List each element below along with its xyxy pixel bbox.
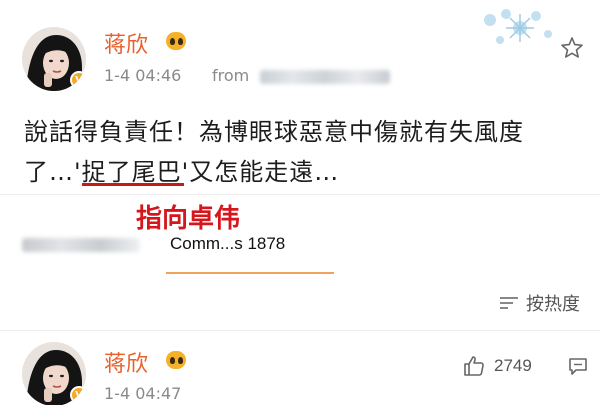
avatar[interactable]: V (22, 27, 86, 91)
comments-underline (166, 272, 334, 274)
star-icon[interactable] (560, 36, 584, 60)
like-button[interactable]: 2749 (462, 354, 532, 378)
verified-badge: V (70, 386, 86, 404)
divider (0, 330, 600, 331)
annotation-text: 指向卓伟 (136, 204, 241, 234)
vip-icon (166, 32, 186, 50)
post-timestamp: 1-4 04:47 (104, 384, 182, 403)
sort-label: 按热度 (526, 294, 580, 315)
divider (0, 194, 600, 195)
thumbs-up-icon (464, 356, 484, 376)
comment-icon[interactable] (566, 354, 590, 378)
post-timestamp: 1-4 04:46 (104, 66, 182, 85)
post-text-line-1: 說話得負責任！為博眼球惡意中傷就有失風度 (24, 118, 524, 146)
verified-badge: V (70, 71, 86, 89)
comments-count[interactable]: Comm...s 1878 (170, 234, 285, 254)
avatar[interactable]: V (22, 342, 86, 405)
source-prefix: from (212, 66, 250, 85)
source-app-blurred (260, 70, 390, 84)
like-count: 2749 (494, 356, 532, 375)
post-text-line-2: 了…'捉了尾巴'又怎能走遠… (24, 158, 340, 186)
author-name[interactable]: 蒋欣 (104, 27, 148, 59)
sort-icon (500, 296, 518, 310)
snowflake-decoration-icon (484, 9, 552, 44)
author-name[interactable]: 蒋欣 (104, 346, 148, 378)
comment-author-blurred (22, 238, 140, 252)
sort-by-hot[interactable]: 按热度 (500, 290, 580, 316)
vip-icon (166, 351, 186, 369)
highlight-underline (82, 183, 184, 186)
